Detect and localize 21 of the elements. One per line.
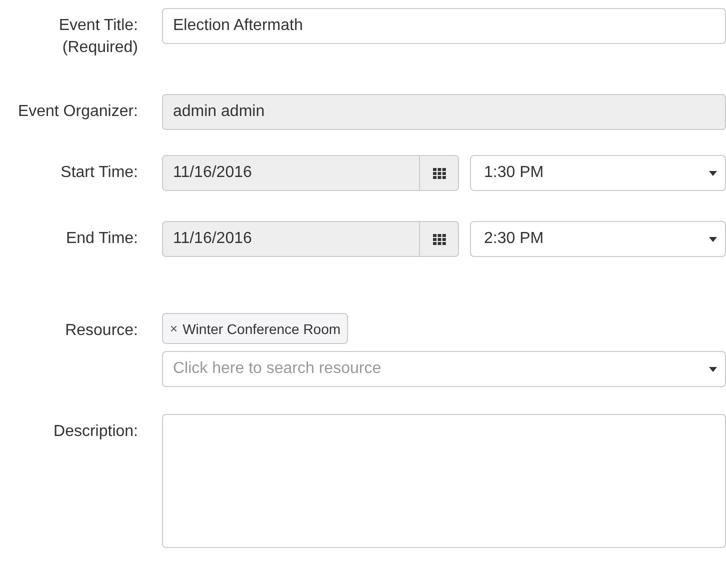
field-label: Description: bbox=[52, 422, 138, 442]
field-label: Resource: bbox=[64, 321, 138, 341]
caret-icon bbox=[709, 366, 717, 372]
field-label: Event Title: bbox=[58, 16, 138, 36]
remove-button[interactable]: × bbox=[170, 321, 178, 336]
required-note: (Required) bbox=[61, 38, 138, 58]
field-label: End Time: bbox=[64, 229, 138, 249]
tag-label: Winter Conference Room bbox=[182, 320, 341, 336]
text-field[interactable]: Election Aftermath bbox=[162, 8, 726, 44]
time-dropdown[interactable]: 1:30 PM bbox=[470, 155, 726, 191]
caret-icon bbox=[709, 170, 717, 176]
field-label: Event Organizer: bbox=[16, 102, 138, 122]
calendar-icon bbox=[432, 234, 446, 244]
field-label: Start Time: bbox=[60, 163, 138, 183]
calendar-icon bbox=[432, 168, 446, 178]
date-field[interactable]: 11/16/2016 bbox=[162, 155, 459, 191]
time-dropdown[interactable]: 2:30 PM bbox=[470, 221, 726, 257]
text-field: admin admin bbox=[162, 94, 726, 130]
caret-icon bbox=[709, 236, 717, 242]
description-field[interactable] bbox=[162, 414, 726, 548]
date-field[interactable]: 11/16/2016 bbox=[162, 221, 459, 257]
